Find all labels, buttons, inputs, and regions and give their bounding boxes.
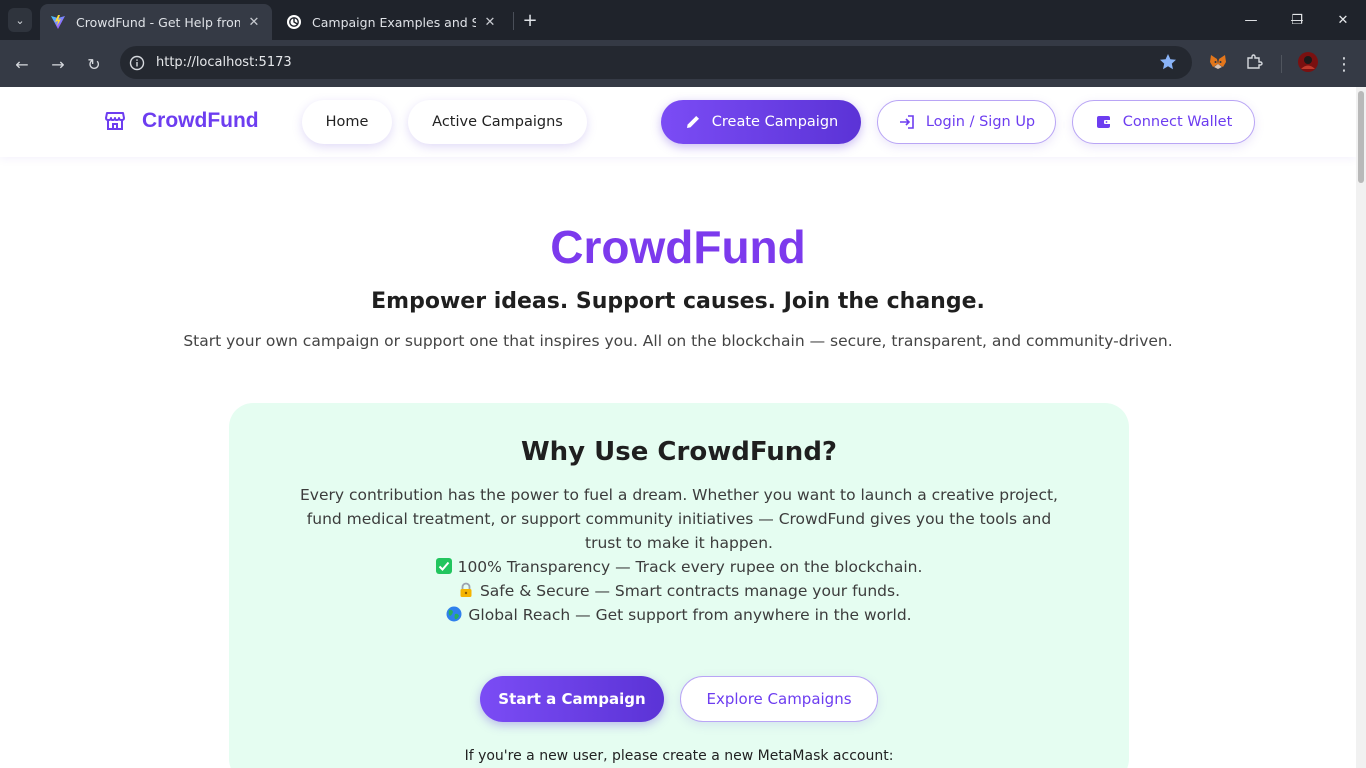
puzzle-icon (1245, 53, 1263, 75)
create-campaign-label: Create Campaign (711, 114, 839, 130)
hero-subtitle: Start your own campaign or support one t… (183, 332, 1173, 350)
reload-button[interactable]: ↻ (80, 50, 108, 78)
openai-favicon-icon (286, 14, 302, 30)
minimize-window-button[interactable]: — (1228, 0, 1274, 40)
minimize-icon: — (1244, 12, 1258, 28)
feature-list: 100% Transparency — Track every rupee on… (229, 555, 1129, 627)
nav-active-campaigns-button[interactable]: Active Campaigns (408, 100, 587, 144)
close-window-button[interactable]: ✕ (1320, 0, 1366, 40)
browser-tab-crowdfund[interactable]: CrowdFund - Get Help from Crowd ✕ (40, 4, 272, 40)
nav-home-button[interactable]: Home (302, 100, 392, 144)
avatar (1297, 51, 1319, 77)
feature-item: Safe & Secure — Smart contracts manage y… (229, 579, 1129, 603)
site-header: CrowdFund Home Active Campaigns Create C… (0, 87, 1356, 157)
page-viewport: CrowdFund Home Active Campaigns Create C… (0, 87, 1356, 768)
start-campaign-button[interactable]: Start a Campaign (480, 676, 664, 722)
extensions-button[interactable] (1240, 50, 1268, 78)
pencil-icon (684, 113, 702, 131)
close-tab-icon[interactable]: ✕ (482, 14, 498, 30)
restore-window-button[interactable]: ❐ (1274, 0, 1320, 40)
brand-name: CrowdFund (142, 109, 259, 132)
create-campaign-button[interactable]: Create Campaign (661, 100, 861, 144)
address-bar[interactable]: http://localhost:5173 (120, 46, 1192, 79)
reload-icon: ↻ (87, 54, 101, 74)
close-tab-icon[interactable]: ✕ (246, 14, 262, 30)
why-description: Every contribution has the power to fuel… (300, 486, 1058, 552)
new-tab-button[interactable]: + (518, 8, 542, 32)
why-title: Why Use CrowdFund? (520, 437, 838, 467)
check-mark-icon (435, 557, 452, 574)
nav-home-label: Home (325, 114, 369, 130)
site-info-icon[interactable] (126, 52, 148, 74)
browser-tab-campaign-examples[interactable]: Campaign Examples and Setup ✕ (276, 4, 508, 40)
page-scrollbar[interactable] (1356, 87, 1366, 768)
connect-wallet-label: Connect Wallet (1122, 114, 1233, 130)
lock-icon (458, 581, 474, 597)
forward-button[interactable]: → (44, 50, 72, 78)
brand-logo-link[interactable]: CrowdFund (104, 109, 259, 133)
login-signup-button[interactable]: Login / Sign Up (877, 100, 1056, 144)
connect-wallet-button[interactable]: Connect Wallet (1072, 100, 1255, 144)
metamask-note: If you're a new user, please create a ne… (464, 748, 894, 764)
tab-separator (513, 12, 514, 30)
chevron-down-icon: ⌄ (15, 13, 25, 27)
close-icon: ✕ (1337, 12, 1349, 28)
feature-item: Global Reach — Get support from anywhere… (229, 603, 1129, 627)
explore-campaigns-button[interactable]: Explore Campaigns (680, 676, 878, 722)
login-icon (898, 113, 916, 131)
back-button[interactable]: ← (8, 50, 36, 78)
browser-menu-button[interactable]: ⋮ (1330, 50, 1358, 78)
toolbar-separator (1281, 55, 1282, 73)
tab-search-button[interactable]: ⌄ (8, 8, 32, 32)
feature-text: Global Reach — Get support from anywhere… (468, 606, 912, 624)
login-signup-label: Login / Sign Up (925, 114, 1036, 130)
url-text: http://localhost:5173 (156, 55, 292, 70)
browser-toolbar: ← → ↻ http://localhost:5173 ⋮ (0, 40, 1366, 87)
arrow-left-icon: ← (15, 54, 29, 74)
nav-active-campaigns-label: Active Campaigns (432, 114, 563, 130)
more-vertical-icon: ⋮ (1335, 53, 1353, 75)
storefront-icon (104, 110, 126, 132)
metamask-extension-button[interactable] (1204, 50, 1232, 78)
arrow-right-icon: → (51, 54, 65, 74)
bookmark-star-icon[interactable] (1158, 52, 1178, 72)
browser-tab-bar: ⌄ CrowdFund - Get Help from Crowd ✕ Camp… (0, 0, 1366, 40)
hero-title: CrowdFund (550, 221, 806, 273)
vite-favicon-icon (50, 14, 66, 30)
tab-title: Campaign Examples and Setup (312, 14, 476, 30)
metamask-fox-icon (1209, 53, 1227, 75)
hero-tagline: Empower ideas. Support causes. Join the … (371, 289, 985, 314)
restore-icon: ❐ (1291, 12, 1303, 28)
feature-item: 100% Transparency — Track every rupee on… (229, 555, 1129, 579)
plus-icon: + (522, 9, 538, 31)
scrollbar-thumb[interactable] (1358, 91, 1364, 183)
profile-button[interactable] (1294, 50, 1322, 78)
feature-text: Safe & Secure — Smart contracts manage y… (479, 582, 901, 600)
why-crowdfund-card: Why Use CrowdFund? Every contribution ha… (229, 403, 1129, 768)
wallet-icon (1095, 113, 1113, 131)
globe-icon (446, 605, 462, 622)
tab-title: CrowdFund - Get Help from Crowd (76, 14, 240, 30)
feature-text: 100% Transparency — Track every rupee on… (457, 558, 923, 576)
